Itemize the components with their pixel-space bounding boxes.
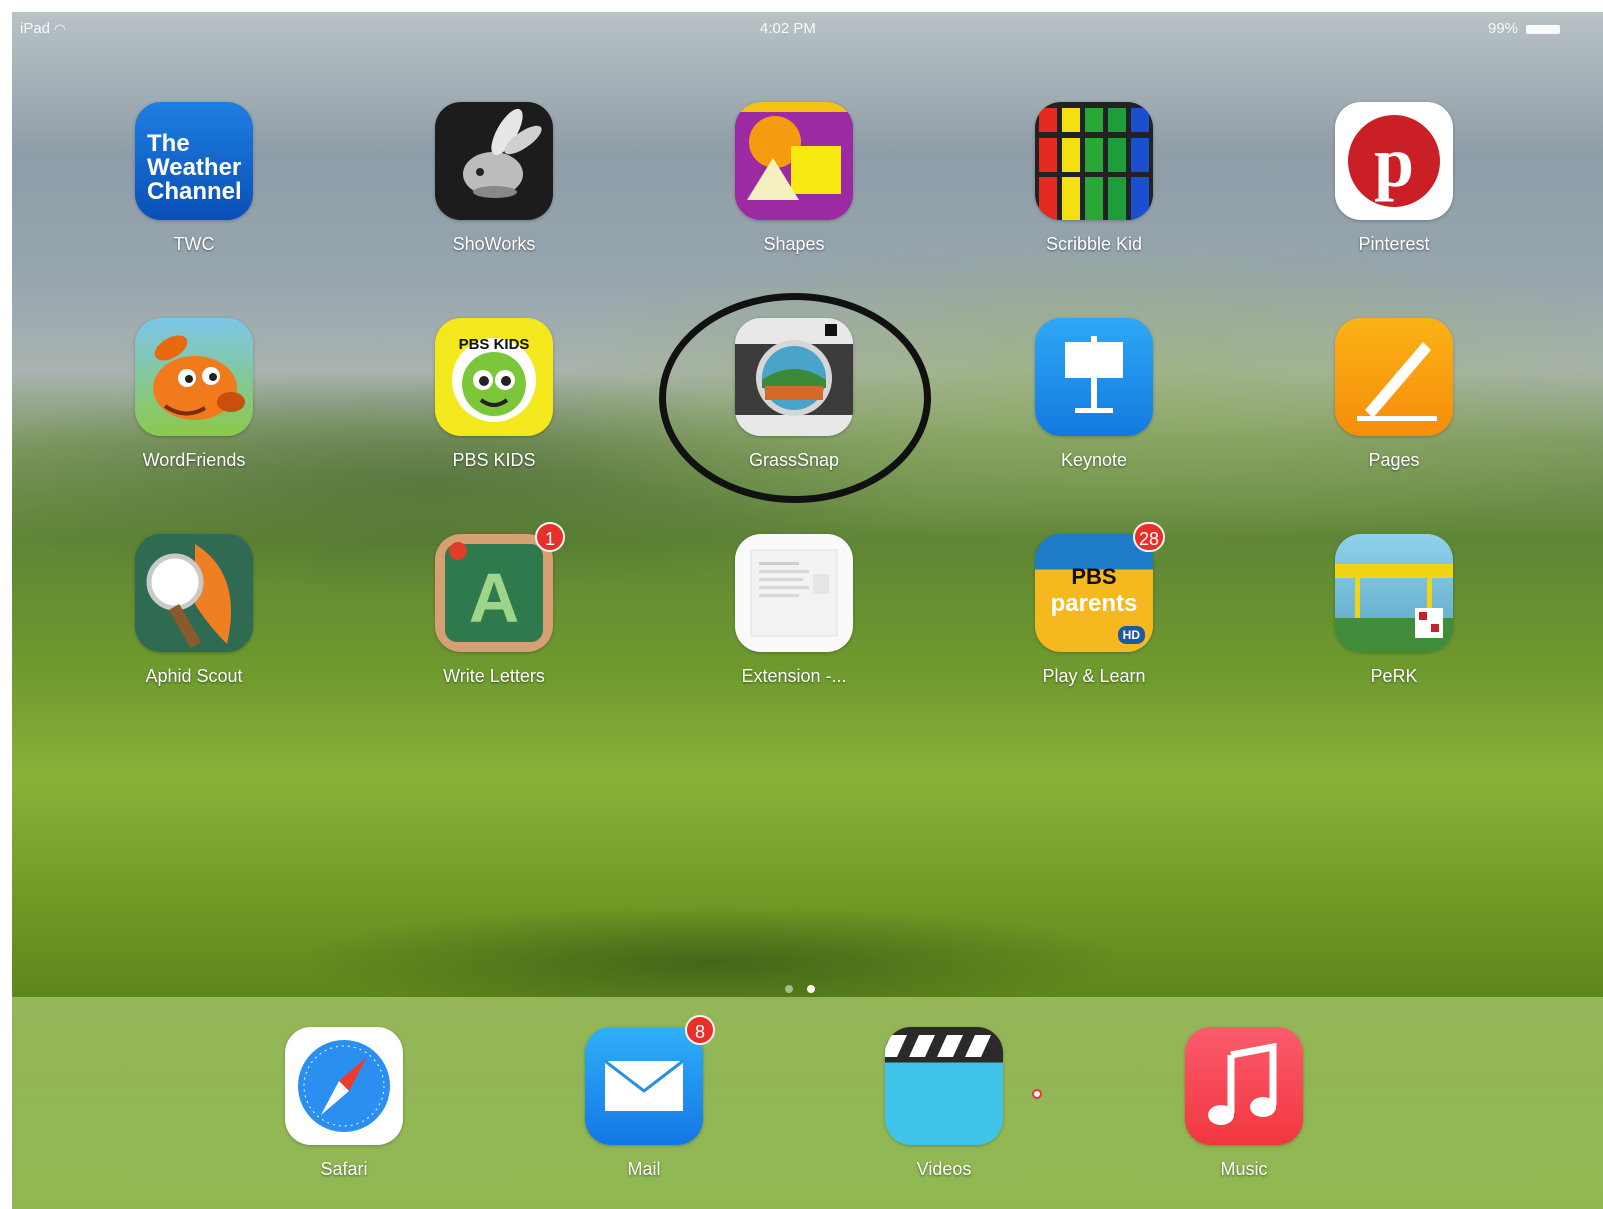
app-scribble-kid[interactable]: Scribble Kid bbox=[999, 102, 1189, 255]
icon-text-line: Channel bbox=[147, 178, 242, 205]
pages-pen-icon bbox=[1335, 318, 1453, 436]
notification-badge: 28 bbox=[1132, 522, 1165, 552]
app-label: Music bbox=[1220, 1159, 1268, 1179]
icon-text-line: PBS bbox=[1071, 564, 1117, 589]
weather-channel-icon: The Weather Channel bbox=[135, 102, 253, 220]
app-label: Play & Learn bbox=[1042, 666, 1146, 686]
dock-app-music[interactable]: Music bbox=[1149, 1027, 1339, 1180]
app-label: Safari bbox=[320, 1159, 368, 1179]
app-label: ShoWorks bbox=[452, 234, 536, 254]
app-keynote[interactable]: Keynote bbox=[999, 318, 1189, 471]
notification-badge: 1 bbox=[535, 522, 565, 552]
page-indicator[interactable] bbox=[780, 980, 820, 998]
dock-app-safari[interactable]: Safari bbox=[249, 1027, 439, 1180]
icon-text-line: parents bbox=[1050, 590, 1138, 617]
app-label: Aphid Scout bbox=[145, 666, 243, 686]
pbs-parents-icon: PBS parents HD bbox=[1035, 534, 1153, 652]
write-letters-chalkboard-icon: A bbox=[435, 534, 553, 652]
app-label: Scribble Kid bbox=[1045, 234, 1143, 254]
device-name: iPad bbox=[20, 20, 51, 37]
app-wordfriends[interactable]: WordFriends bbox=[99, 318, 289, 471]
app-label: GrassSnap bbox=[748, 450, 840, 470]
dock: Safari 8 Mail Videos Music bbox=[12, 997, 1603, 1209]
app-perk[interactable]: PeRK bbox=[1299, 534, 1489, 687]
app-label: Write Letters bbox=[443, 666, 545, 686]
pbs-kids-icon: PBS KIDS bbox=[435, 318, 553, 436]
page-dot bbox=[785, 985, 793, 993]
icon-text-hd: HD bbox=[1117, 626, 1145, 644]
app-pinterest[interactable]: p Pinterest bbox=[1299, 102, 1489, 255]
dock-app-mail[interactable]: 8 Mail bbox=[549, 1015, 739, 1180]
mail-envelope-icon bbox=[585, 1027, 703, 1145]
safari-compass-icon bbox=[285, 1027, 403, 1145]
grasssnap-camera-icon bbox=[735, 318, 853, 436]
music-note-icon bbox=[1185, 1027, 1303, 1145]
app-twc[interactable]: The Weather Channel TWC bbox=[99, 102, 289, 255]
pinterest-icon: p bbox=[1335, 102, 1453, 220]
perk-icon bbox=[1335, 534, 1453, 652]
battery-icon bbox=[1526, 24, 1561, 34]
app-showorks[interactable]: ShoWorks bbox=[399, 102, 589, 255]
app-label: PBS KIDS bbox=[452, 450, 536, 470]
app-label: TWC bbox=[173, 234, 215, 254]
app-write-letters[interactable]: 1 A Write Letters bbox=[399, 522, 589, 687]
app-pbs-kids[interactable]: PBS KIDS PBS KIDS bbox=[399, 318, 589, 471]
app-label: Extension -... bbox=[741, 666, 847, 686]
icon-text-line: Weather bbox=[147, 154, 242, 181]
app-label: Mail bbox=[627, 1159, 661, 1179]
aphid-scout-icon bbox=[135, 534, 253, 652]
wordfriends-dog-icon bbox=[135, 318, 253, 436]
app-pages[interactable]: Pages bbox=[1299, 318, 1489, 471]
app-label: Videos bbox=[916, 1159, 972, 1179]
app-label: WordFriends bbox=[142, 450, 246, 470]
app-aphid-scout[interactable]: Aphid Scout bbox=[99, 534, 289, 687]
app-label: Pages bbox=[1368, 450, 1420, 470]
app-grasssnap[interactable]: GrassSnap bbox=[699, 318, 889, 471]
icon-text-line: The bbox=[147, 130, 190, 157]
app-label: Keynote bbox=[1060, 450, 1128, 470]
app-shapes[interactable]: Shapes bbox=[699, 102, 889, 255]
svg-text:p: p bbox=[1374, 122, 1414, 202]
app-label: Pinterest bbox=[1358, 234, 1430, 254]
videos-clapper-icon bbox=[885, 1027, 1003, 1145]
status-battery: 99% bbox=[1488, 20, 1561, 37]
app-label: PeRK bbox=[1370, 666, 1418, 686]
notification-badge: 8 bbox=[685, 1015, 715, 1045]
apple-icon bbox=[449, 542, 467, 560]
app-label: Shapes bbox=[763, 234, 825, 254]
touch-indicator bbox=[1032, 1089, 1042, 1099]
showorks-icon bbox=[435, 102, 553, 220]
battery-percent: 99% bbox=[1488, 20, 1519, 37]
dock-app-videos[interactable]: Videos bbox=[849, 1027, 1039, 1180]
status-device: iPad ◠ bbox=[20, 20, 66, 37]
crayons-icon bbox=[1035, 102, 1153, 220]
icon-text: PBS KIDS bbox=[458, 336, 530, 353]
app-extension[interactable]: Extension -... bbox=[699, 534, 889, 687]
extension-document-icon bbox=[735, 534, 853, 652]
page-dot-current bbox=[807, 985, 816, 993]
icon-text: A bbox=[468, 559, 520, 637]
shapes-icon bbox=[735, 102, 853, 220]
keynote-podium-icon bbox=[1035, 318, 1153, 436]
ipad-home-screen: iPad ◠ 4:02 PM 99% The Weather Channel T… bbox=[12, 12, 1603, 1209]
status-time: 4:02 PM bbox=[760, 20, 816, 37]
wifi-icon: ◠ bbox=[54, 21, 66, 36]
app-play-and-learn[interactable]: 28 PBS parents HD Play & Learn bbox=[999, 522, 1189, 687]
